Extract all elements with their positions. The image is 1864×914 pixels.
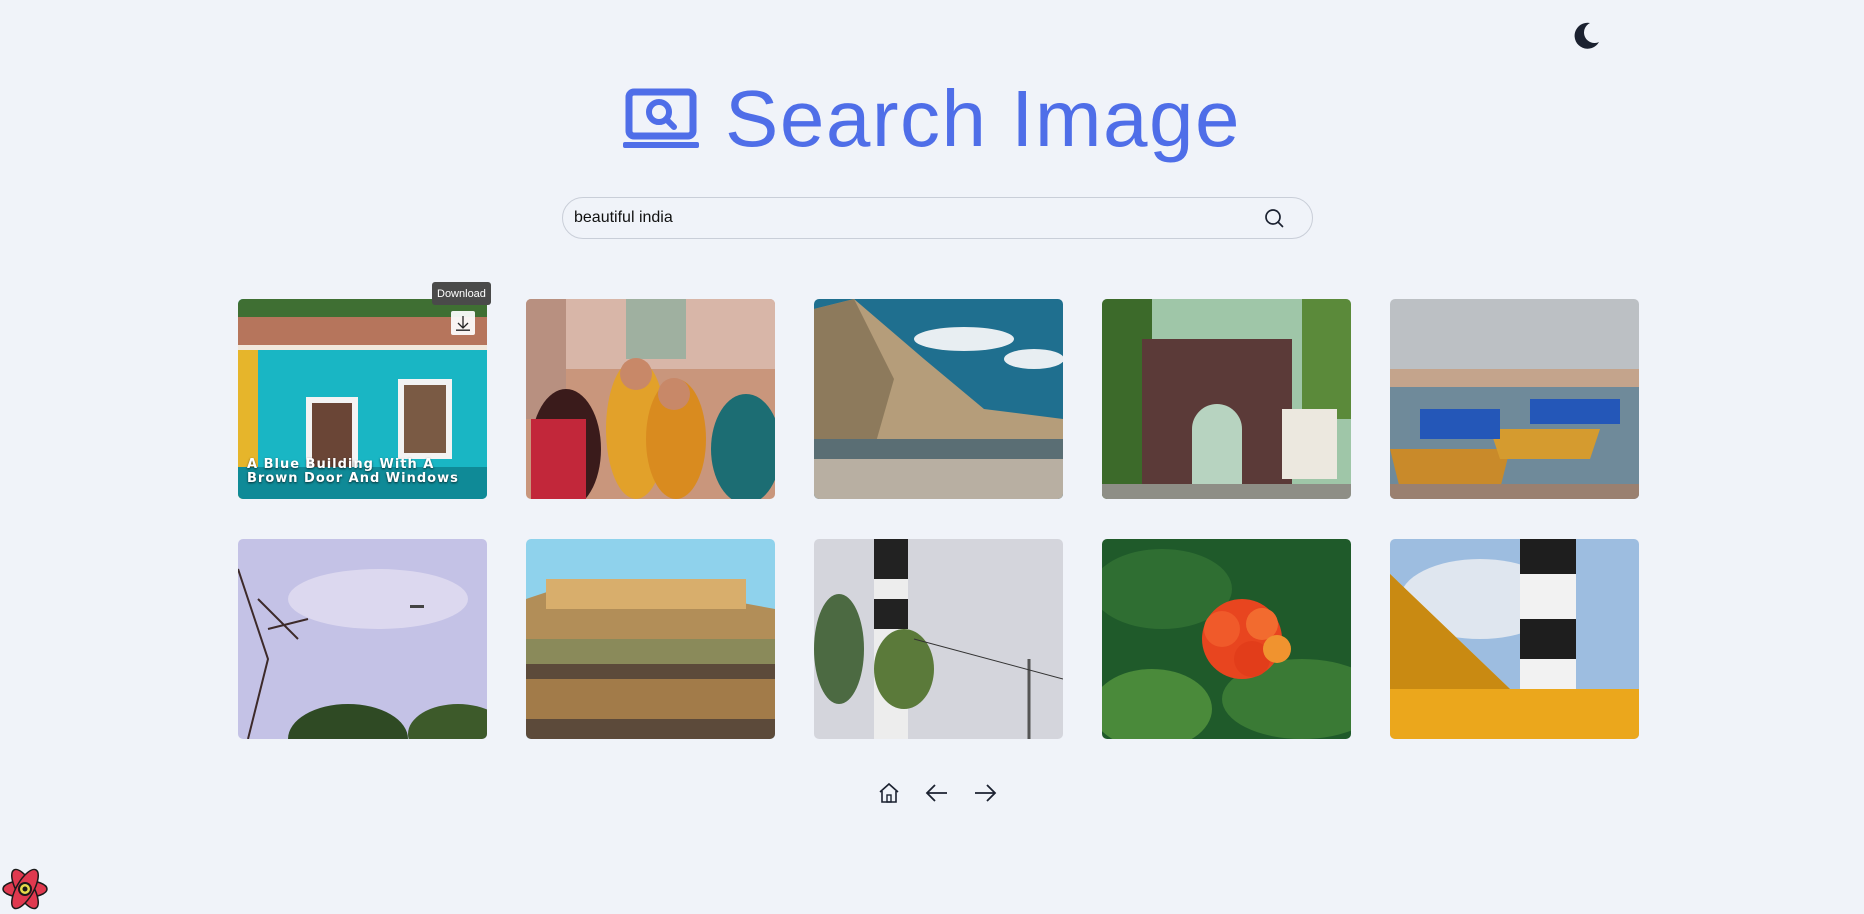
arrow-right-icon [975,784,997,802]
image-card[interactable]: A Blue Building With A Brown Door And Wi… [238,299,487,499]
page-title: Search Image [724,74,1242,163]
image-fort-lake [526,539,775,739]
pagination [876,780,998,806]
theme-toggle-button[interactable] [1566,16,1606,56]
image-card[interactable] [1102,539,1351,739]
image-mountain-valley [814,299,1063,499]
next-page-button[interactable] [972,780,998,806]
app-header: Search Image [0,66,1864,172]
home-button[interactable] [876,780,902,806]
react-logo-icon[interactable] [0,864,50,914]
image-orange-flowers [1102,539,1351,739]
image-card[interactable] [1390,539,1639,739]
image-indian-wedding [526,299,775,499]
image-card[interactable] [1102,299,1351,499]
image-fishing-boats [1390,299,1639,499]
prev-page-button[interactable] [924,780,950,806]
image-lighthouse-yellow [1390,539,1639,739]
search-input[interactable] [563,198,1254,238]
download-button[interactable] [451,311,475,335]
image-card[interactable] [526,299,775,499]
image-card[interactable] [238,539,487,739]
image-card[interactable] [526,539,775,739]
image-stone-gate [1102,299,1351,499]
laptop-search-icon [622,81,699,157]
image-card[interactable] [814,539,1063,739]
arrow-left-icon [925,784,947,802]
download-tooltip: Download [432,282,491,305]
search-bar [562,197,1313,239]
search-button[interactable] [1254,198,1294,238]
search-icon [1265,209,1284,228]
image-caption: A Blue Building With A Brown Door And Wi… [247,457,459,486]
image-sky-airplane [238,539,487,739]
moon-icon [1574,22,1599,49]
home-icon [879,782,899,803]
image-lighthouse-trees [814,539,1063,739]
download-arrow-icon [456,316,470,331]
image-card[interactable] [814,299,1063,499]
image-card[interactable] [1390,299,1639,499]
